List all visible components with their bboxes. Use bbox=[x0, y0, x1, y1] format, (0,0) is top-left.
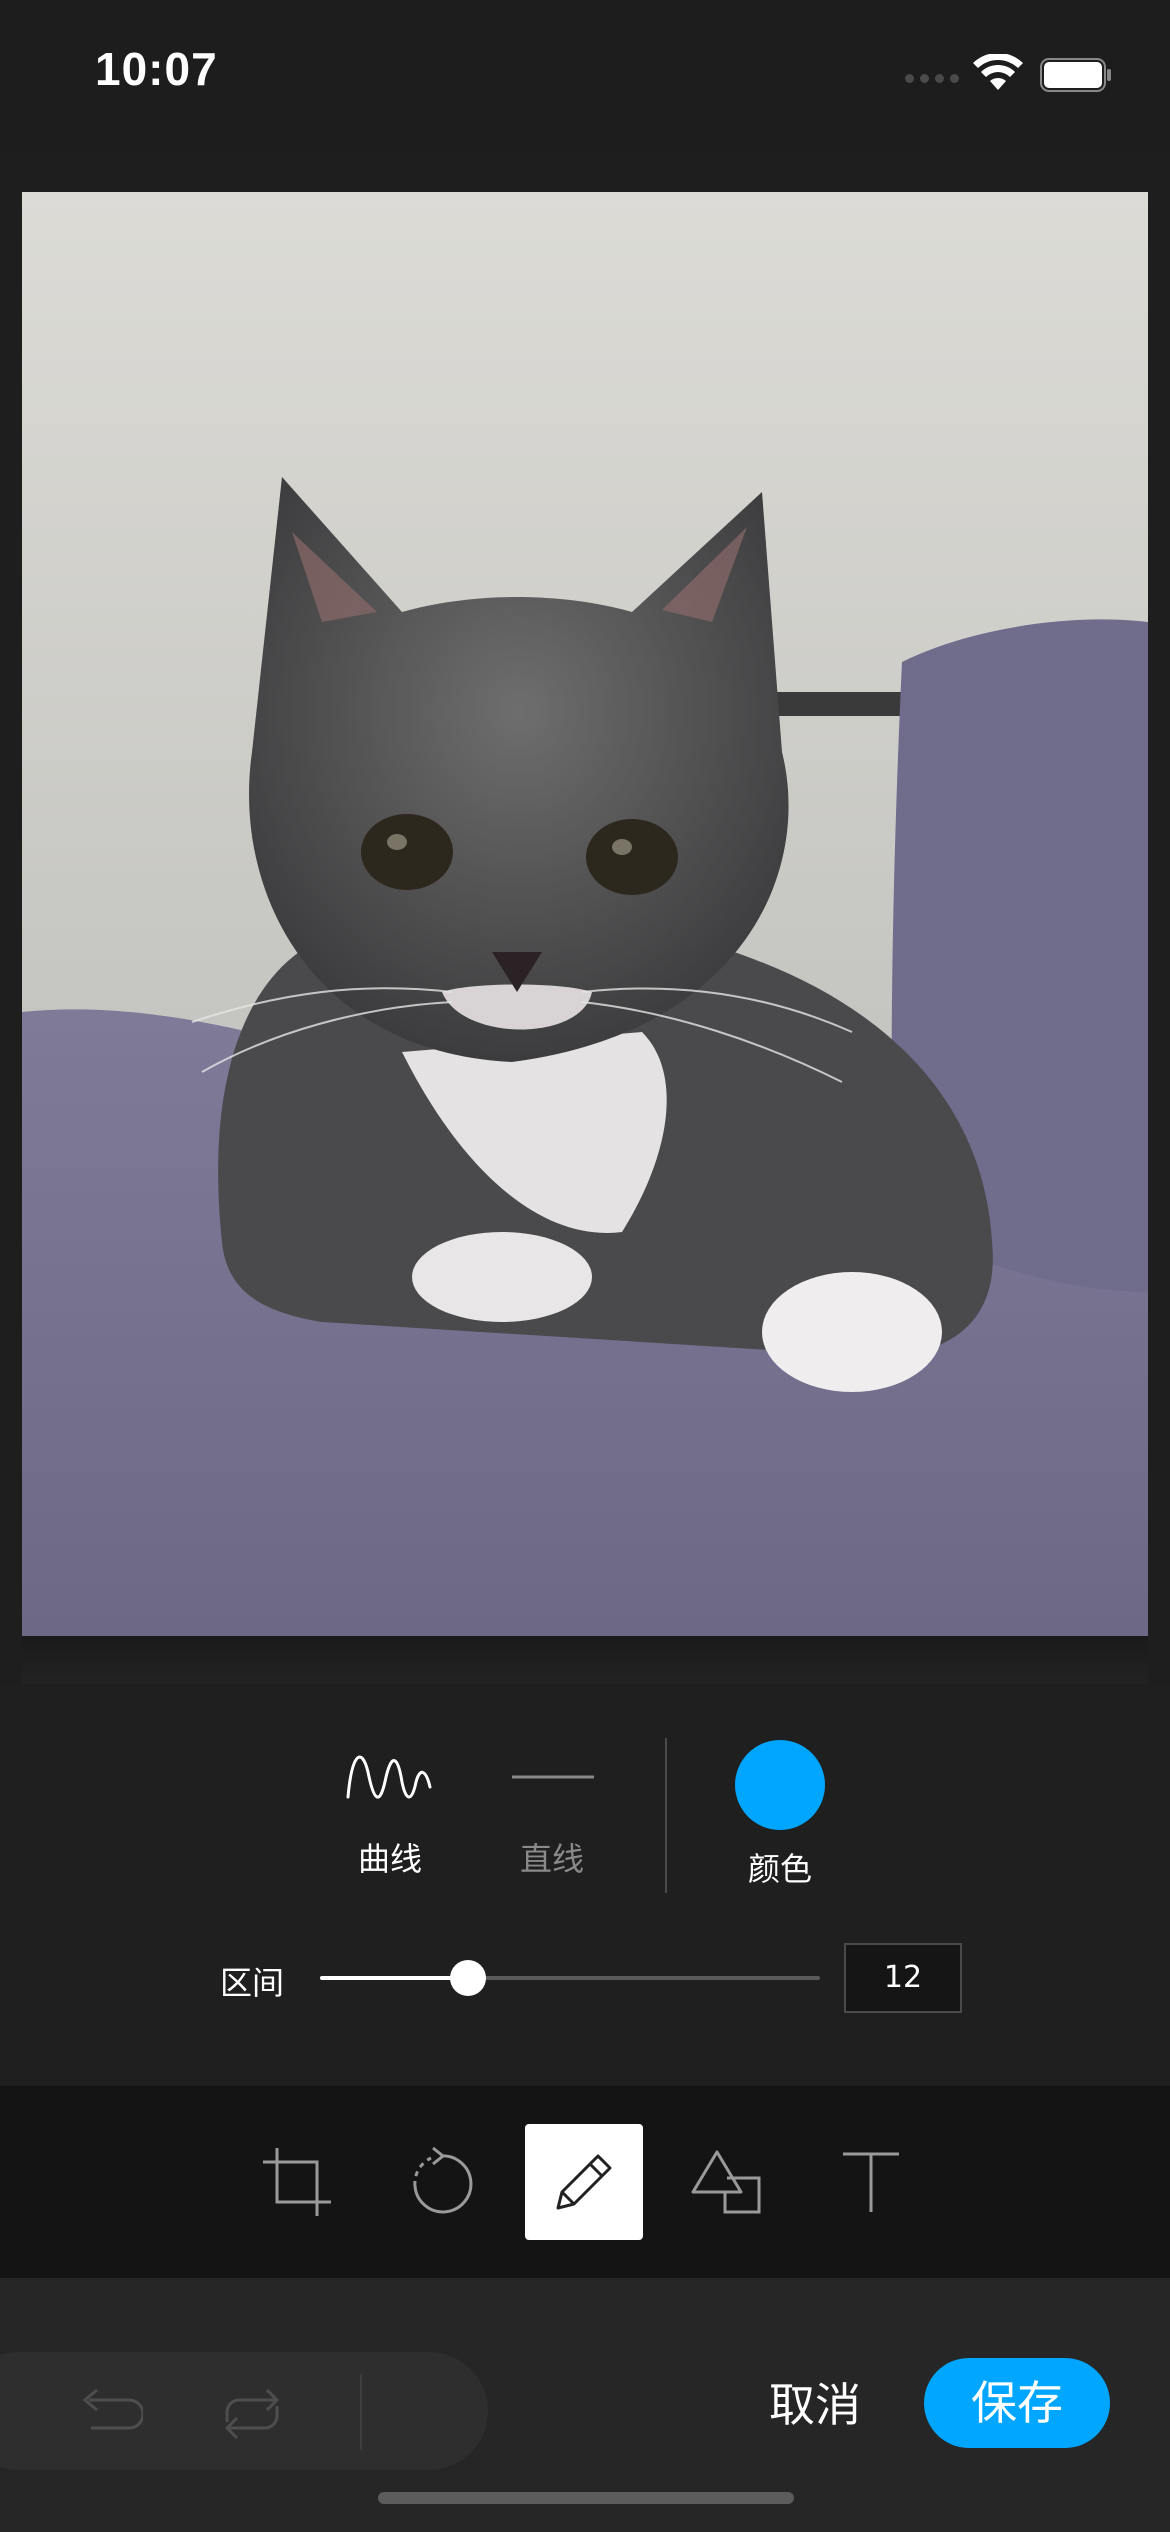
editing-photo[interactable] bbox=[22, 192, 1148, 1636]
range-slider[interactable] bbox=[320, 1958, 820, 1998]
line-brush-option[interactable]: 直线 bbox=[492, 1742, 612, 1880]
history-divider bbox=[360, 2374, 362, 2450]
range-label: 区间 bbox=[220, 1964, 285, 2002]
text-tool-button[interactable] bbox=[812, 2124, 930, 2240]
cat-photo bbox=[22, 192, 1148, 1636]
options-divider bbox=[665, 1738, 667, 1893]
selected-color-swatch[interactable] bbox=[735, 1740, 825, 1830]
redo-icon bbox=[224, 2388, 280, 2440]
line-label: 直线 bbox=[519, 1840, 584, 1878]
cellular-signal-icon bbox=[905, 74, 959, 83]
pencil-icon bbox=[556, 2154, 612, 2210]
home-indicator bbox=[378, 2492, 794, 2504]
status-time: 10:07 bbox=[95, 43, 218, 95]
rotate-icon bbox=[413, 2146, 473, 2214]
rotate-tool-button[interactable] bbox=[382, 2124, 500, 2240]
wifi-icon bbox=[973, 54, 1023, 90]
shapes-icon bbox=[691, 2150, 761, 2214]
cancel-button[interactable]: 取消 bbox=[760, 2370, 870, 2440]
crop-icon bbox=[263, 2148, 331, 2216]
undo-icon bbox=[82, 2388, 143, 2430]
crop-tool-button[interactable] bbox=[238, 2124, 356, 2240]
battery-icon bbox=[1040, 58, 1111, 92]
slider-fill bbox=[320, 1976, 468, 1980]
color-label: 颜色 bbox=[747, 1850, 812, 1888]
range-value-field[interactable]: 12 bbox=[844, 1943, 962, 2013]
curve-label: 曲线 bbox=[357, 1840, 422, 1878]
shape-tool-button[interactable] bbox=[668, 2124, 786, 2240]
save-button[interactable]: 保存 bbox=[924, 2358, 1110, 2448]
draw-tool-button[interactable] bbox=[525, 2124, 643, 2240]
undo-button[interactable] bbox=[70, 2374, 146, 2450]
text-icon bbox=[843, 2152, 899, 2212]
slider-thumb[interactable] bbox=[449, 1960, 486, 1996]
status-bar: 10:07 bbox=[0, 0, 1170, 150]
curve-brush-option[interactable]: 曲线 bbox=[330, 1742, 450, 1880]
photo-shadow bbox=[22, 1636, 1148, 1684]
curve-icon bbox=[346, 1755, 432, 1799]
redo-button[interactable] bbox=[214, 2374, 290, 2450]
color-picker-option[interactable]: 颜色 bbox=[720, 1740, 840, 1890]
straight-line-icon bbox=[512, 1775, 594, 1779]
